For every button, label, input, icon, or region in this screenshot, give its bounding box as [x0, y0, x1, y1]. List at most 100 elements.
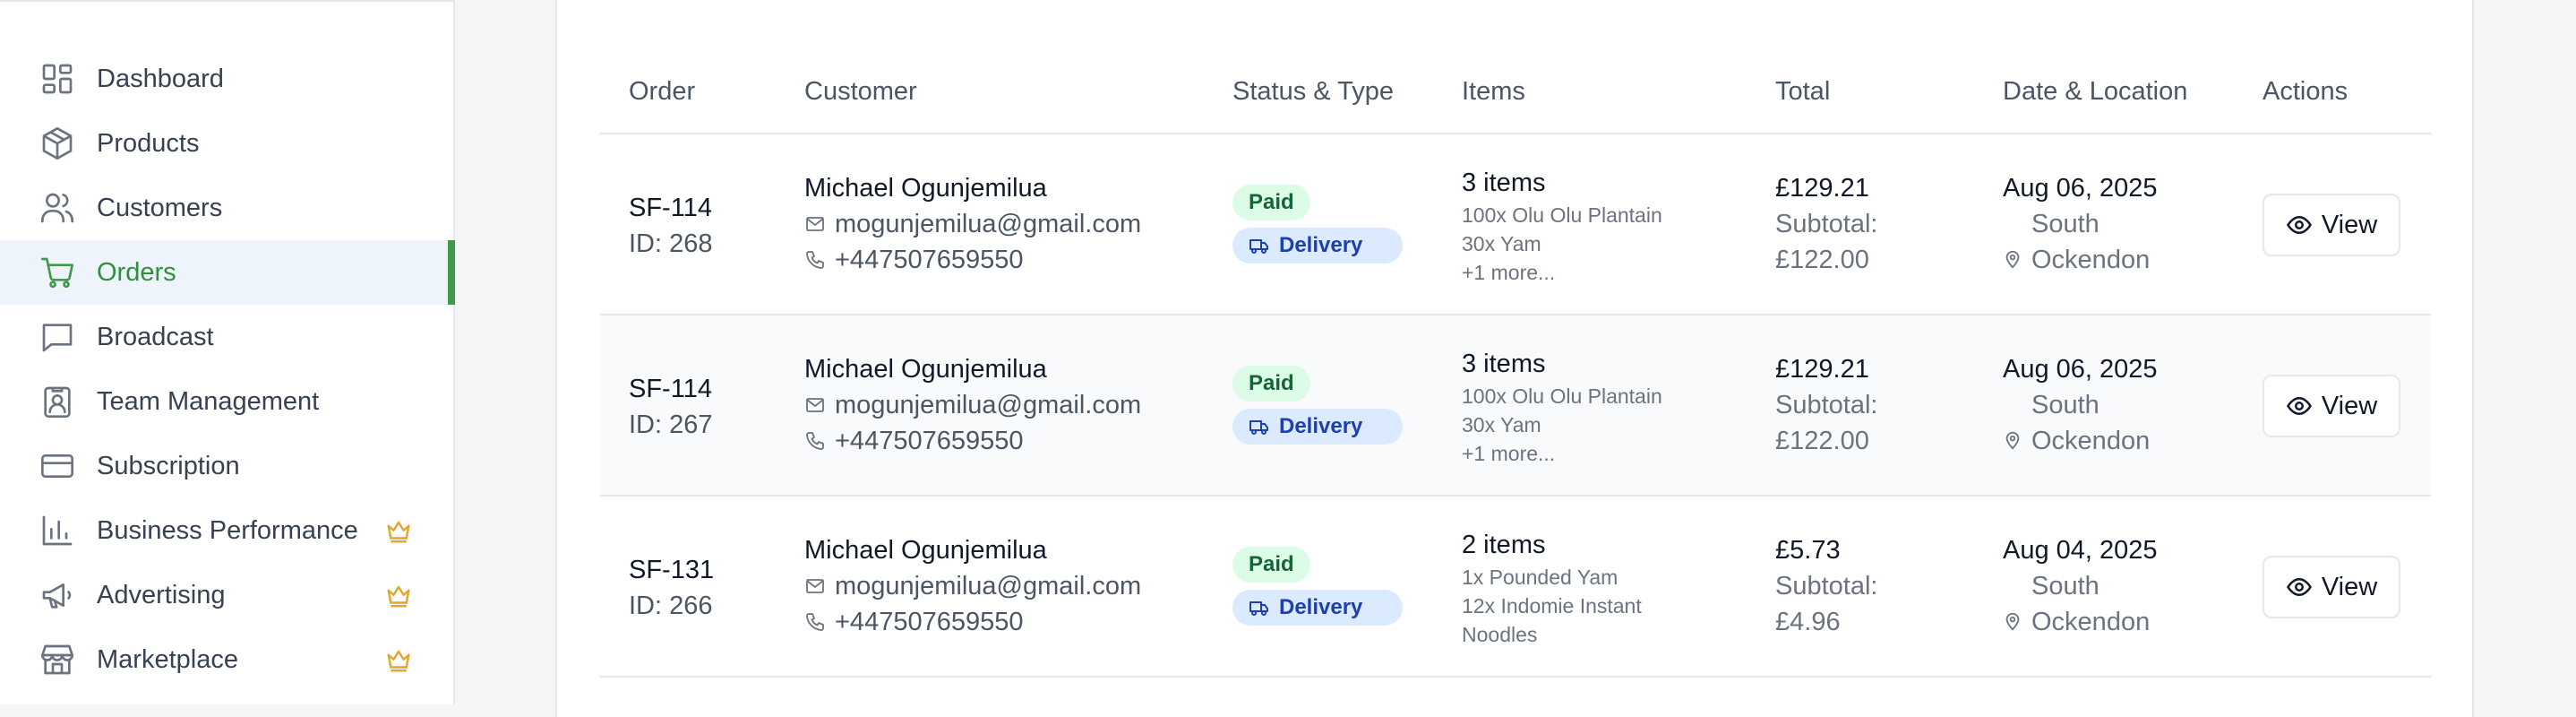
sidebar-item-broadcast[interactable]: Broadcast: [0, 305, 453, 369]
customer-email-text: mogunjemilua@gmail.com: [835, 210, 1142, 238]
subtotal-label: Subtotal:: [1775, 210, 1878, 238]
subtotal-label: Subtotal:: [1775, 391, 1878, 419]
subtotal-label: Subtotal:: [1775, 572, 1878, 600]
store-icon: [39, 642, 75, 678]
location-line: South: [2031, 572, 2099, 600]
view-button-label: View: [2321, 572, 2378, 601]
crown-icon: [385, 583, 412, 608]
truck-icon: [1249, 601, 1268, 616]
customer-phone: +447507659550: [804, 604, 1141, 640]
mail-icon: [806, 217, 824, 231]
column-header-customer: Customer: [804, 77, 917, 106]
item-line: 100x Olu Olu Plantain: [1462, 384, 1662, 408]
table-row[interactable]: SF-131 ID: 266 Michael Ogunjemilua mogun…: [600, 497, 2431, 678]
view-button[interactable]: View: [2263, 194, 2400, 256]
column-header-total: Total: [1775, 77, 1831, 106]
sidebar-item-label: Marketplace: [97, 645, 238, 674]
sidebar-item-subscription[interactable]: Subscription: [0, 434, 453, 498]
sidebar-divider: [0, 0, 455, 2]
table-row[interactable]: SF-114 ID: 267 Michael Ogunjemilua mogun…: [600, 315, 2431, 497]
phone-icon: [806, 613, 824, 631]
order-date: Aug 06, 2025: [2003, 355, 2158, 384]
crown-icon: [385, 518, 412, 543]
order-id: ID: 266: [629, 592, 713, 620]
sidebar-item-customers[interactable]: Customers: [0, 176, 453, 240]
payment-status-badge: Paid: [1232, 185, 1310, 220]
order-type-label: Delivery: [1279, 233, 1363, 257]
megaphone-icon: [39, 577, 75, 613]
sidebar-item-team-management[interactable]: Team Management: [0, 369, 453, 434]
sidebar-item-business-performance[interactable]: Business Performance: [0, 498, 453, 563]
sidebar-item-marketplace[interactable]: Marketplace: [0, 627, 453, 692]
table-row[interactable]: SF-114 ID: 268 Michael Ogunjemilua mogun…: [600, 134, 2431, 315]
order-date: Aug 06, 2025: [2003, 174, 2158, 203]
status-cell: Paid Delivery: [1232, 366, 1403, 445]
mail-icon: [806, 579, 824, 593]
map-pin-icon: [2005, 612, 2020, 631]
item-line: 30x Yam: [1462, 232, 1541, 255]
customer-cell: Michael Ogunjemilua mogunjemilua@gmail.c…: [804, 532, 1141, 640]
dashboard-icon: [39, 61, 75, 97]
order-cell: SF-114 ID: 267: [629, 371, 713, 443]
view-button[interactable]: View: [2263, 556, 2400, 618]
subtotal-value: £4.96: [1775, 608, 1841, 636]
item-count: 2 items: [1462, 531, 1546, 559]
package-icon: [39, 125, 75, 161]
order-total: £129.21: [1775, 355, 1869, 384]
sidebar-item-dashboard[interactable]: Dashboard: [0, 47, 453, 111]
sidebar-item-products[interactable]: Products: [0, 111, 453, 176]
column-header-items: Items: [1462, 77, 1525, 106]
active-indicator: [448, 240, 455, 305]
item-line: Noodles: [1462, 623, 1538, 646]
item-line: 1x Pounded Yam: [1462, 566, 1619, 589]
item-count: 3 items: [1462, 350, 1546, 378]
sidebar-item-label: Customers: [97, 194, 223, 222]
sidebar-item-orders[interactable]: Orders: [0, 240, 455, 305]
order-date: Aug 04, 2025: [2003, 536, 2158, 565]
customer-phone: +447507659550: [804, 423, 1141, 459]
sidebar-item-label: Broadcast: [97, 323, 214, 351]
location-line: South: [2031, 210, 2099, 238]
sidebar-item-label: Advertising: [97, 581, 226, 609]
order-id: ID: 268: [629, 229, 713, 258]
item-line: 30x Yam: [1462, 413, 1541, 436]
view-button[interactable]: View: [2263, 375, 2400, 437]
status-cell: Paid Delivery: [1232, 185, 1403, 263]
sidebar-item-advertising[interactable]: Advertising: [0, 563, 453, 627]
item-line: +1 more...: [1462, 442, 1556, 465]
customer-phone-text: +447507659550: [835, 427, 1024, 455]
column-header-actions: Actions: [2263, 77, 2348, 106]
credit-card-icon: [39, 448, 75, 484]
mail-icon: [806, 398, 824, 412]
subtotal-value: £122.00: [1775, 246, 1869, 274]
phone-icon: [806, 432, 824, 450]
sidebar-item-label: Orders: [97, 258, 176, 287]
order-location: South Ockendon: [2003, 568, 2158, 640]
customer-email-text: mogunjemilua@gmail.com: [835, 572, 1142, 600]
order-cell: SF-131 ID: 266: [629, 552, 714, 624]
sidebar: Dashboard Products Customers Orders Broa…: [0, 0, 455, 704]
location-line: Ockendon: [2031, 246, 2151, 274]
map-pin-icon: [2005, 250, 2020, 269]
order-location: South Ockendon: [2003, 387, 2158, 459]
sidebar-item-label: Products: [97, 129, 200, 158]
customer-phone-text: +447507659550: [835, 246, 1024, 274]
customer-phone: +447507659550: [804, 242, 1141, 278]
item-count: 3 items: [1462, 168, 1546, 197]
eye-icon: [2286, 396, 2312, 416]
order-location: South Ockendon: [2003, 206, 2158, 278]
items-cell: 3 items 100x Olu Olu Plantain 30x Yam +1…: [1462, 165, 1662, 287]
crown-icon: [385, 647, 412, 672]
message-icon: [39, 319, 75, 355]
order-total: £5.73: [1775, 536, 1841, 565]
column-header-order: Order: [629, 77, 696, 106]
customer-cell: Michael Ogunjemilua mogunjemilua@gmail.c…: [804, 170, 1141, 278]
map-pin-icon: [2005, 431, 2020, 450]
customer-phone-text: +447507659550: [835, 608, 1024, 636]
order-id: ID: 267: [629, 410, 713, 439]
order-type-badge: Delivery: [1232, 228, 1403, 263]
customer-name: Michael Ogunjemilua: [804, 174, 1047, 203]
phone-icon: [806, 251, 824, 269]
customer-name: Michael Ogunjemilua: [804, 536, 1047, 565]
order-number: SF-131: [629, 556, 715, 584]
